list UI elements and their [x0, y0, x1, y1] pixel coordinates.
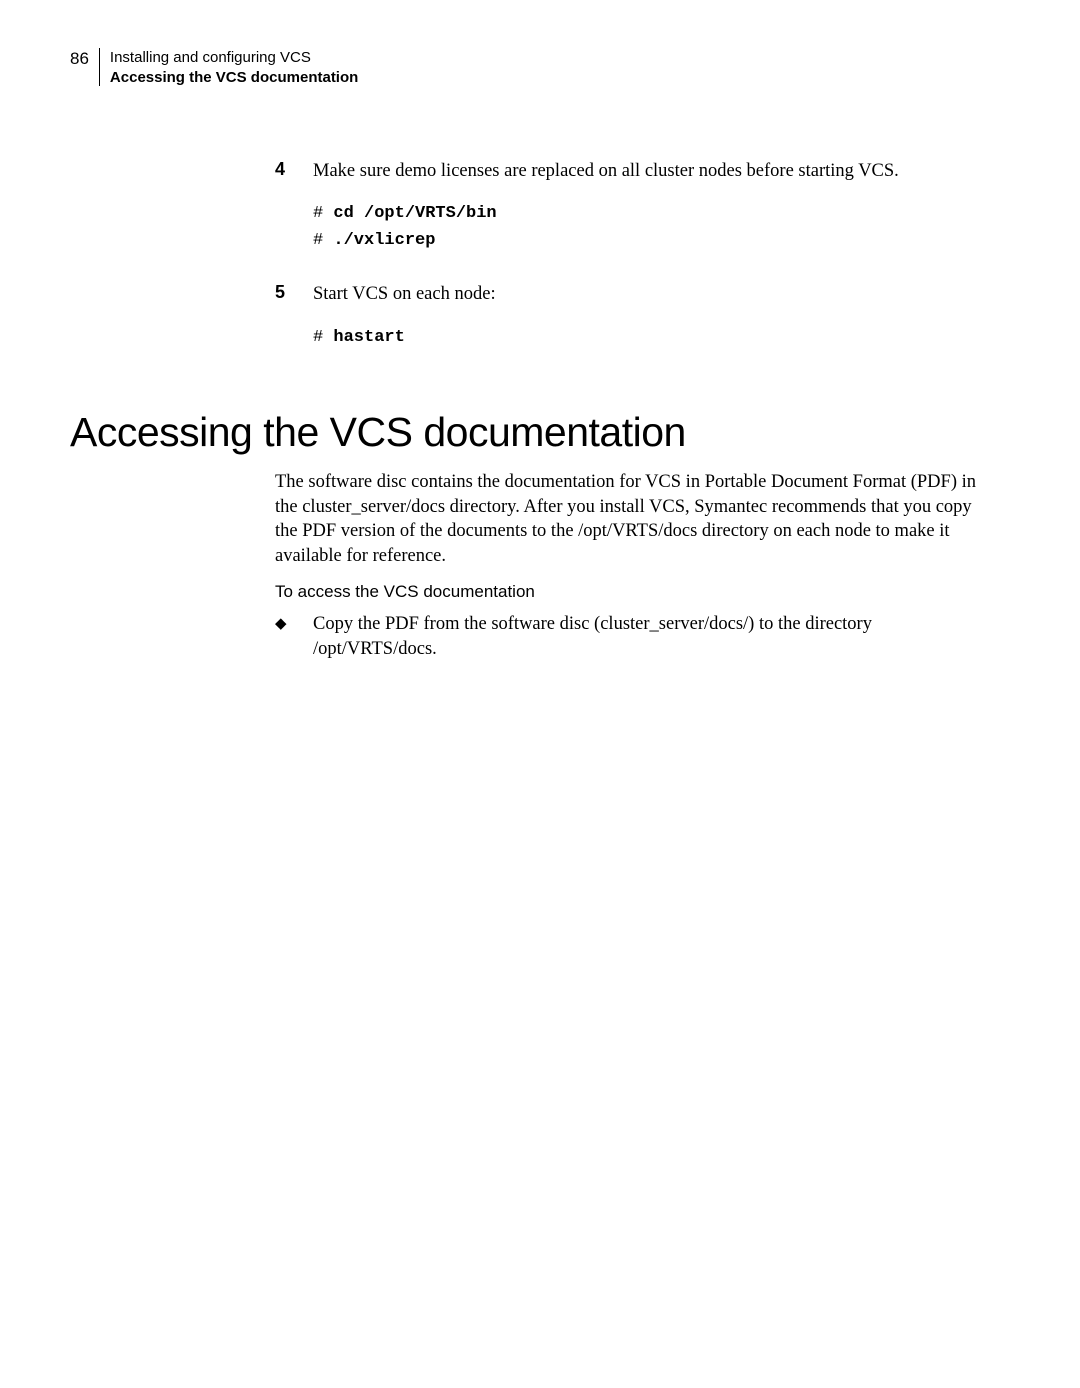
code-command: hastart: [333, 328, 404, 347]
step-text: Start VCS on each node:: [313, 282, 496, 307]
code-prompt: #: [313, 204, 333, 223]
section-heading: Accessing the VCS documentation: [70, 409, 990, 456]
procedure-subheading: To access the VCS documentation: [275, 582, 990, 602]
header-text-block: Installing and configuring VCS Accessing…: [110, 48, 358, 89]
code-command: ./vxlicrep: [333, 231, 435, 250]
page-header: 86 Installing and configuring VCS Access…: [70, 48, 990, 89]
page-number: 86: [70, 48, 89, 69]
diamond-bullet-icon: ◆: [275, 612, 313, 637]
step-number: 4: [275, 159, 313, 265]
code-block: # cd /opt/VRTS/bin # ./vxlicrep: [313, 201, 899, 254]
step-4: 4 Make sure demo licenses are replaced o…: [275, 159, 990, 265]
step-number: 5: [275, 282, 313, 361]
code-command: cd /opt/VRTS/bin: [333, 204, 496, 223]
bullet-text: Copy the PDF from the software disc (clu…: [313, 612, 990, 661]
step-text: Make sure demo licenses are replaced on …: [313, 159, 899, 184]
code-block: # hastart: [313, 325, 496, 351]
header-section: Accessing the VCS documentation: [110, 68, 358, 88]
code-prompt: #: [313, 231, 333, 250]
header-divider: [99, 48, 100, 86]
code-prompt: #: [313, 328, 333, 347]
header-chapter: Installing and configuring VCS: [110, 48, 358, 68]
step-5: 5 Start VCS on each node: # hastart: [275, 282, 990, 361]
bullet-item: ◆ Copy the PDF from the software disc (c…: [275, 612, 990, 661]
body-paragraph: The software disc contains the documenta…: [275, 470, 990, 568]
